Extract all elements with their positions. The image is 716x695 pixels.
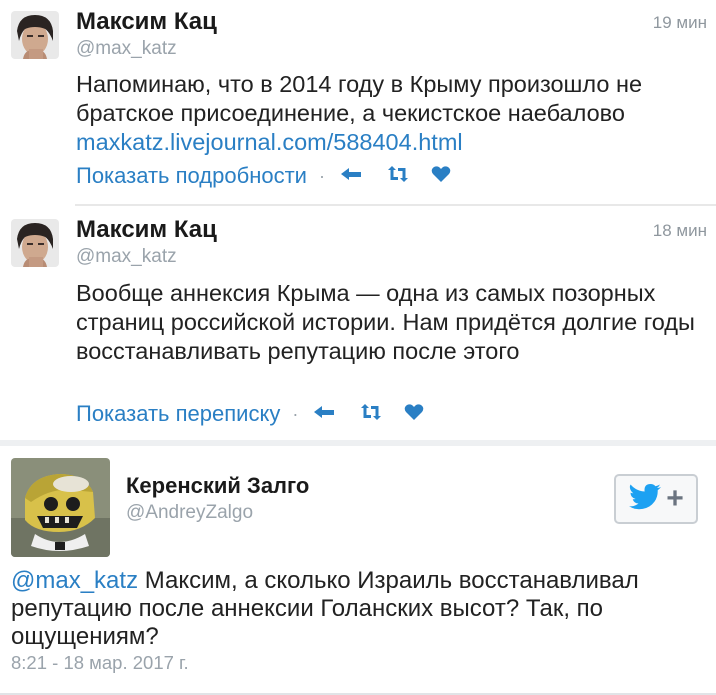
tweet-actions: Показать подробности · <box>76 163 471 189</box>
tweet-text-content: Напоминаю, что в 2014 году в Крыму произ… <box>76 71 643 126</box>
reply-icon[interactable] <box>312 401 338 427</box>
retweet-icon[interactable] <box>385 163 411 189</box>
show-conversation-link[interactable]: Показать переписку <box>76 401 280 427</box>
author-name[interactable]: Максим Кац <box>76 216 217 244</box>
author-handle[interactable]: @AndreyZalgo <box>126 502 253 524</box>
avatar[interactable] <box>11 219 59 267</box>
separator-dot: · <box>318 165 325 186</box>
retweet-icon[interactable] <box>358 401 384 427</box>
follow-plus: + <box>666 482 684 515</box>
heart-icon[interactable] <box>431 163 451 189</box>
tweet-date[interactable]: 8:21 - 18 мар. 2017 г. <box>11 652 189 674</box>
tweet-timestamp: 18 мин <box>652 221 707 240</box>
author-handle[interactable]: @max_katz <box>76 246 177 268</box>
avatar[interactable] <box>11 11 59 59</box>
tweet-timestamp: 19 мин <box>652 13 707 32</box>
mention-link[interactable]: @max_katz <box>11 567 138 594</box>
tweet-text: Напоминаю, что в 2014 году в Крыму произ… <box>76 70 696 157</box>
follow-button[interactable]: + <box>614 474 698 524</box>
embedded-tweet[interactable]: Керенский Залго @AndreyZalgo + @max_katz… <box>0 446 716 695</box>
tweet-link[interactable]: maxkatz.livejournal.com/588404.html <box>76 129 463 155</box>
author-name[interactable]: Керенский Залго <box>126 473 309 499</box>
twitter-bird-icon <box>628 483 662 516</box>
author-handle[interactable]: @max_katz <box>76 38 177 60</box>
tweet[interactable]: Максим Кац @max_katz 19 мин Напоминаю, ч… <box>0 0 716 205</box>
tweet[interactable]: Максим Кац @max_katz 18 мин Вообще аннек… <box>0 205 716 444</box>
separator-dot: · <box>292 403 299 424</box>
tweet-text: Вообще аннексия Крыма — одна из самых по… <box>76 280 695 364</box>
tweet-actions: Показать переписку · <box>76 401 444 427</box>
avatar[interactable] <box>11 458 110 557</box>
tweet-text: @max_katz Максим, а сколько Израиль восс… <box>11 567 706 651</box>
heart-icon[interactable] <box>404 401 424 427</box>
show-details-link[interactable]: Показать подробности <box>76 163 307 189</box>
reply-icon[interactable] <box>339 163 365 189</box>
timeline: Максим Кац @max_katz 19 мин Напоминаю, ч… <box>0 0 716 444</box>
author-name[interactable]: Максим Кац <box>76 8 217 36</box>
